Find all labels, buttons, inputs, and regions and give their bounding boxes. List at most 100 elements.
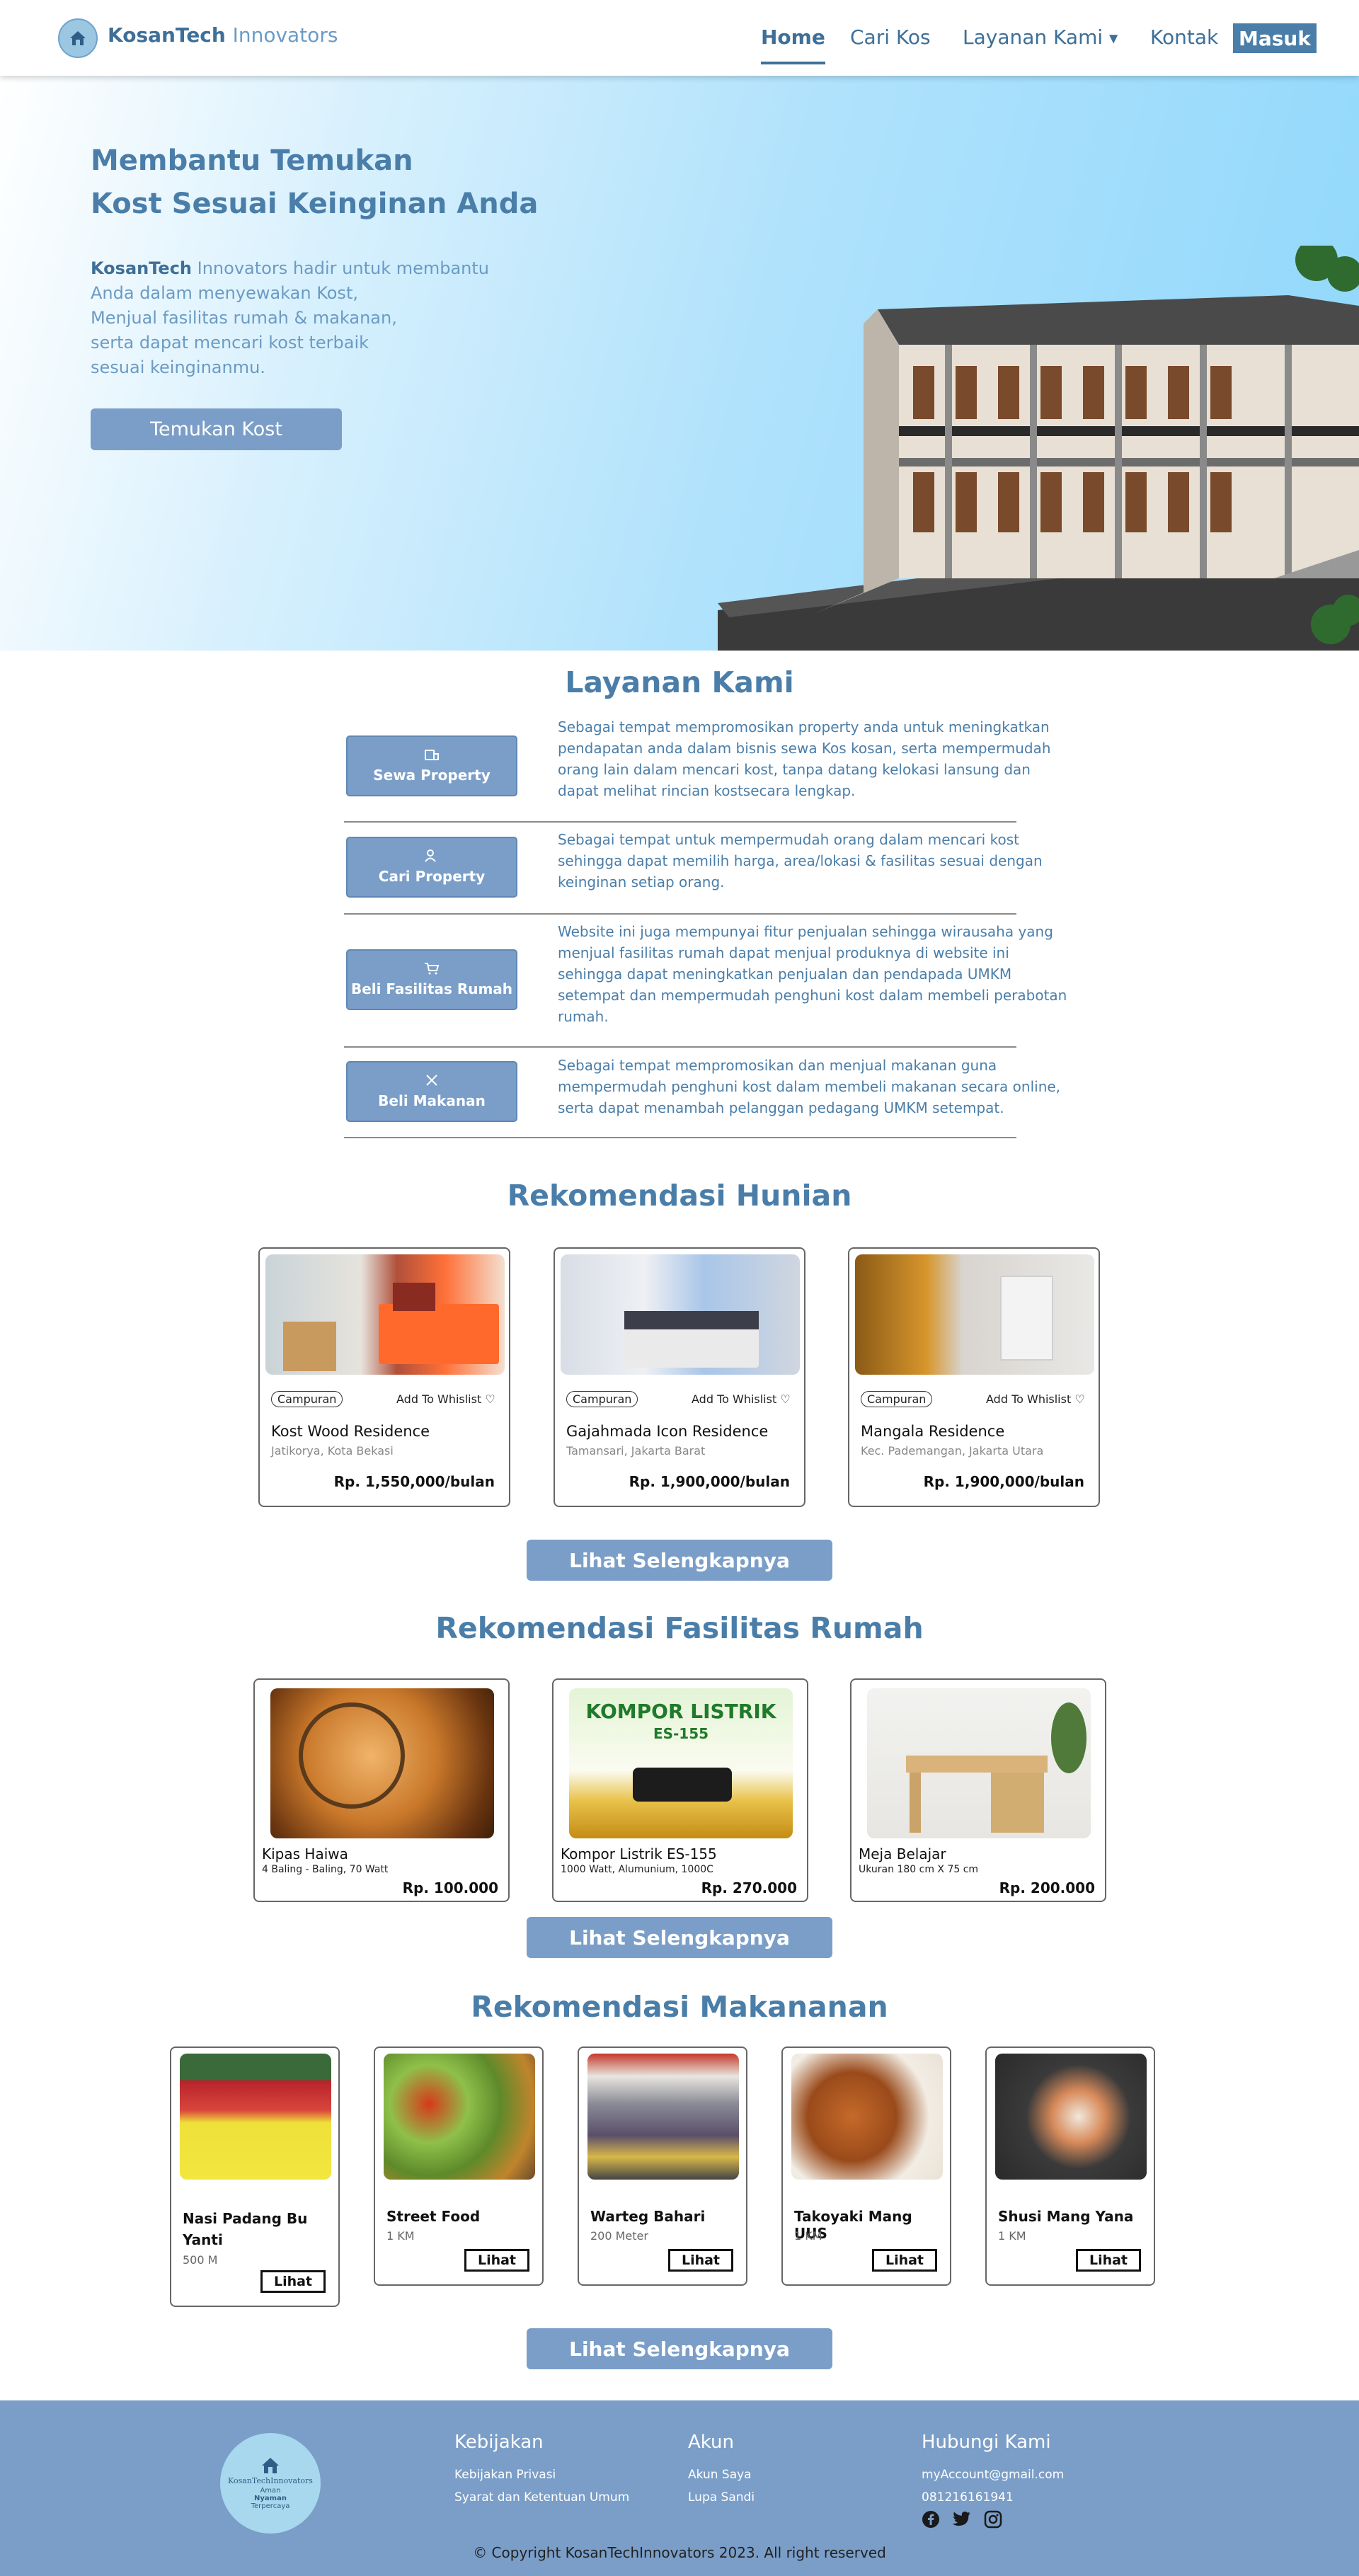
email-link[interactable]: myAccount@gmail.com <box>922 2468 1064 2482</box>
fasilitas-more-button[interactable]: Lihat Selengkapnya <box>527 1917 832 1958</box>
cart-icon <box>425 963 440 975</box>
heart-icon: ♡ <box>780 1392 791 1406</box>
hero-desc-l2: Anda dalam menyewakan Kost, <box>91 283 358 303</box>
hunian-more-button[interactable]: Lihat Selengkapnya <box>527 1540 832 1581</box>
divider <box>344 821 1016 823</box>
hero-title-line1: Membantu Temukan <box>91 144 413 177</box>
hunian-card[interactable]: Campuran Add To Whislist ♡ Mangala Resid… <box>848 1247 1100 1507</box>
hubungi-kami-title: Hubungi Kami <box>922 2432 1051 2453</box>
phone-text: 081216161941 <box>922 2490 1014 2505</box>
fasilitas-card[interactable]: KOMPOR LISTRIK ES-155 Kompor Listrik ES-… <box>552 1678 808 1902</box>
footer-logo-sub1: Aman <box>260 2487 281 2495</box>
navbar: KosanTech Innovators Home Cari Kos Layan… <box>0 0 1359 76</box>
nav-kontak[interactable]: Kontak <box>1150 25 1218 49</box>
hunian-card[interactable]: Campuran Add To Whislist ♡ Kost Wood Res… <box>258 1247 510 1507</box>
makanan-card[interactable]: Warteg Bahari 200 Meter Lihat <box>578 2047 747 2286</box>
cari-property-button[interactable]: Cari Property <box>346 837 517 898</box>
hero-desc-bold: KosanTech <box>91 258 193 278</box>
nav-home[interactable]: Home <box>761 25 825 64</box>
footer: KosanTechInnovators Aman Nyaman Terperca… <box>0 2400 1359 2576</box>
hunian-name: Gajahmada Icon Residence <box>566 1423 769 1440</box>
hero-desc-l4: serta dapat mencari kost terbaik <box>91 333 369 353</box>
makanan-distance: 200 Meter <box>590 2229 648 2243</box>
hunian-location: Jatikorya, Kota Bekasi <box>271 1444 394 1458</box>
room-type-tag: Campuran <box>566 1391 638 1407</box>
hunian-price: Rp. 1,550,000/bulan <box>333 1473 495 1490</box>
lupa-sandi-link[interactable]: Lupa Sandi <box>688 2490 755 2505</box>
syarat-ketentuan-link[interactable]: Syarat dan Ketentuan Umum <box>454 2490 629 2505</box>
headboard-shape <box>624 1311 759 1329</box>
lihat-button[interactable]: Lihat <box>872 2249 937 2272</box>
hunian-name: Kost Wood Residence <box>271 1423 430 1440</box>
door-shape <box>1000 1276 1053 1361</box>
layanan-title: Layanan Kami <box>565 665 794 699</box>
fasilitas-desc: Ukuran 180 cm X 75 cm <box>859 1864 979 1875</box>
add-to-wishlist[interactable]: Add To Whislist ♡ <box>692 1392 791 1406</box>
footer-logo-sub3: Terpercaya <box>251 2502 290 2510</box>
divider <box>344 1137 1016 1138</box>
fasilitas-name: Kompor Listrik ES-155 <box>561 1845 717 1862</box>
wishlist-label: Add To Whislist <box>396 1392 482 1406</box>
fasilitas-card[interactable]: Kipas Haiwa 4 Baling - Baling, 70 Watt R… <box>253 1678 510 1902</box>
hero-title-line2: Kost Sesuai Keinginan Anda <box>91 188 539 220</box>
makanan-card[interactable]: Nasi Padang Bu Yanti 500 M Lihat <box>170 2047 340 2307</box>
lihat-button[interactable]: Lihat <box>668 2249 733 2272</box>
sewa-property-text: Sebagai tempat mempromosikan property an… <box>558 719 1051 799</box>
lihat-button[interactable]: Lihat <box>464 2249 529 2272</box>
fasilitas-card[interactable]: Meja Belajar Ukuran 180 cm X 75 cm Rp. 2… <box>850 1678 1106 1902</box>
building-illustration <box>718 246 1359 651</box>
footer-logo-text: KosanTechInnovators <box>228 2476 313 2485</box>
brand-logo[interactable] <box>58 18 98 58</box>
hero-title: Membantu Temukan Kost Sesuai Keinginan An… <box>91 139 538 226</box>
beli-makanan-label: Beli Makanan <box>378 1092 486 1109</box>
brand-name[interactable]: KosanTech Innovators <box>108 23 338 47</box>
plant-shape <box>1051 1702 1086 1773</box>
makanan-card[interactable]: Takoyaki Mang UUS 1 KM Lihat <box>781 2047 951 2286</box>
makanan-more-button[interactable]: Lihat Selengkapnya <box>527 2328 832 2369</box>
login-button[interactable]: Masuk <box>1233 23 1317 53</box>
nav-layanan-kami[interactable]: Layanan Kami ▼ <box>963 25 1118 49</box>
hunian-name: Mangala Residence <box>861 1423 1005 1440</box>
cari-property-label: Cari Property <box>378 868 486 885</box>
kebijakan-privasi-link[interactable]: Kebijakan Privasi <box>454 2468 556 2482</box>
copyright-text: © Copyright KosanTechInnovators 2023. Al… <box>473 2544 886 2561</box>
makanan-card[interactable]: Street Food 1 KM Lihat <box>374 2047 544 2286</box>
twitter-icon[interactable] <box>951 2511 971 2528</box>
sewa-property-button[interactable]: Sewa Property <box>346 735 517 796</box>
makanan-photo <box>587 2054 739 2180</box>
makanan-distance: 1 KM <box>386 2229 415 2243</box>
lihat-button[interactable]: Lihat <box>1076 2249 1141 2272</box>
footer-logo: KosanTechInnovators Aman Nyaman Terperca… <box>220 2433 321 2534</box>
fasilitas-photo: KOMPOR LISTRIK ES-155 <box>569 1688 793 1838</box>
utensils-icon <box>426 1075 437 1086</box>
beli-fasilitas-button[interactable]: Beli Fasilitas Rumah <box>346 949 517 1010</box>
beli-makanan-button[interactable]: Beli Makanan <box>346 1061 517 1122</box>
makanan-name: Nasi Padang Bu Yanti <box>183 2210 308 2248</box>
hunian-price: Rp. 1,900,000/bulan <box>923 1473 1084 1490</box>
wishlist-label: Add To Whislist <box>986 1392 1072 1406</box>
house-icon <box>70 31 86 45</box>
fan-shape <box>299 1702 405 1809</box>
akun-saya-link[interactable]: Akun Saya <box>688 2468 752 2482</box>
fasilitas-desc: 1000 Watt, Alumunium, 1000C <box>561 1864 713 1875</box>
brand-light: Innovators <box>232 23 338 47</box>
house-icon <box>262 2458 279 2473</box>
find-kost-button[interactable]: Temukan Kost <box>91 408 342 450</box>
instagram-icon[interactable] <box>984 2510 1002 2529</box>
hunian-card[interactable]: Campuran Add To Whislist ♡ Gajahmada Ico… <box>554 1247 805 1507</box>
lihat-button[interactable]: Lihat <box>260 2270 326 2293</box>
akun-title: Akun <box>688 2432 734 2453</box>
fasilitas-title: Rekomendasi Fasilitas Rumah <box>435 1611 924 1645</box>
add-to-wishlist[interactable]: Add To Whislist ♡ <box>986 1392 1085 1406</box>
hero-section: Membantu Temukan Kost Sesuai Keinginan An… <box>0 76 1359 651</box>
facebook-icon[interactable] <box>922 2510 940 2529</box>
caret-down-icon: ▼ <box>1109 31 1118 45</box>
nav-cari-kos[interactable]: Cari Kos <box>850 25 931 49</box>
wishlist-label: Add To Whislist <box>692 1392 777 1406</box>
makanan-name: Street Food <box>386 2208 481 2225</box>
room-type-tag: Campuran <box>861 1391 933 1407</box>
makanan-card[interactable]: Shusi Mang Yana 1 KM Lihat <box>985 2047 1155 2286</box>
table-shape <box>283 1322 336 1371</box>
add-to-wishlist[interactable]: Add To Whislist ♡ <box>396 1392 495 1406</box>
makanan-photo <box>384 2054 535 2180</box>
